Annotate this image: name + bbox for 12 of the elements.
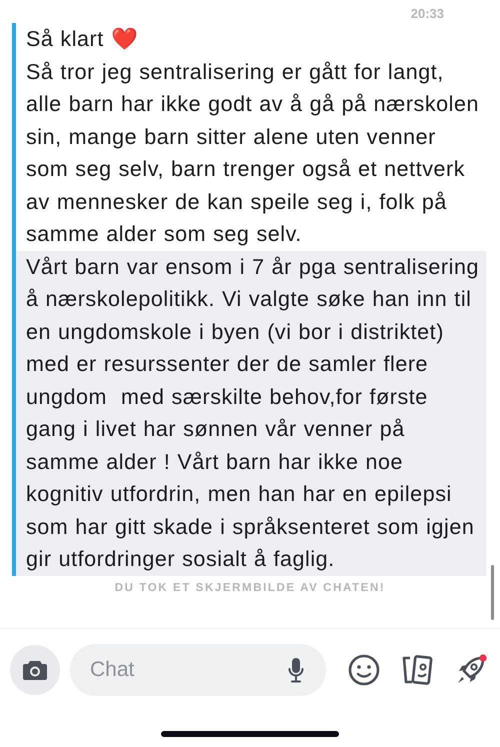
camera-button[interactable]	[10, 645, 60, 695]
chat-message: Vårt barn var ensom i 7 år pga sentralisering å nærskolepolitikk. Vi valgte søke han inn til en ungdomskole i byen (vi bor i distriktet) med er resurssenter der de samler flere ungdom med særskilte behov,for første gang i livet har sønnen vår venner på samme alder ! Vårt barn har ikke noe kognitiv utfordrin, men han har en epilepsi som har gitt skade i språksenteret som igjen gir utfordringer sosialt å faglig.	[16, 250, 486, 576]
cards-icon[interactable]	[400, 654, 434, 686]
chat-input-field[interactable]: Chat	[70, 644, 326, 696]
camera-icon	[22, 659, 48, 681]
timestamp: 20:33	[410, 6, 444, 21]
chat-message: Så tror jeg sentralisering er gått for langt, alle barn har ikke godt av å gå på nærskolen sin, mange barn sitter alene uten venner som seg selv, barn trenger også et nettverk av mennesker de kan speile seg i, folk på samme alder som seg selv.	[25, 58, 480, 248]
microphone-icon[interactable]	[288, 657, 304, 683]
screenshot-notice: DU TOK ET SKJERMBILDE AV CHATEN!	[114, 582, 386, 594]
scrollbar[interactable]	[491, 565, 494, 620]
chat-message: Så klart ❤	[25, 26, 140, 53]
smiley-icon[interactable]	[348, 654, 380, 686]
